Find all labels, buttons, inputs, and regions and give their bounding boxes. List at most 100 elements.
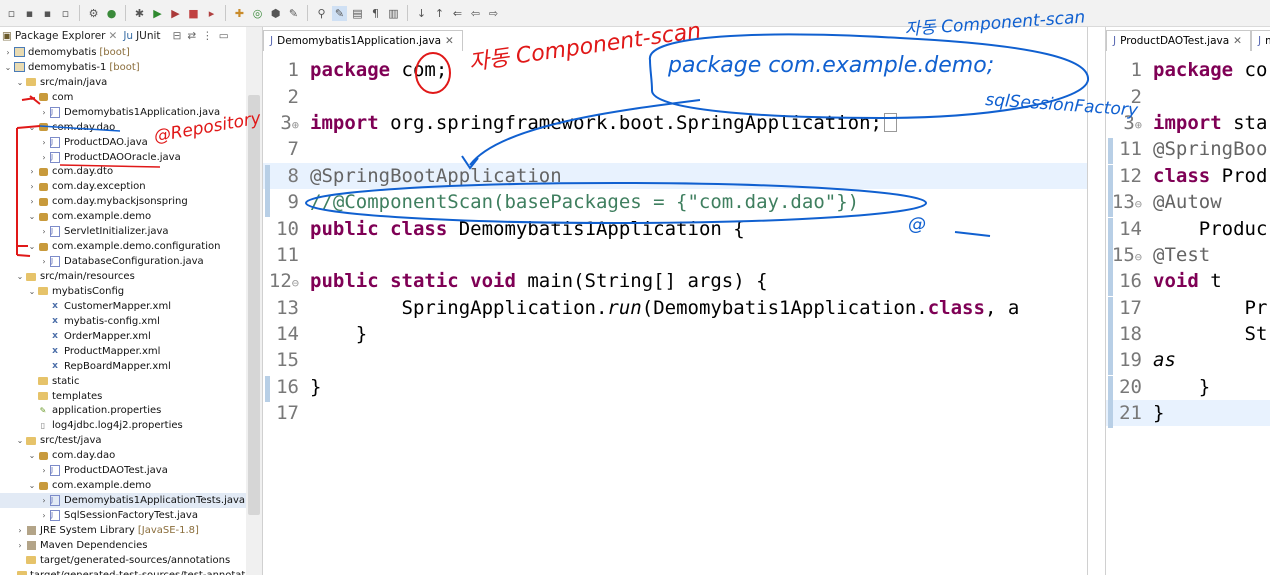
chevron-down-icon[interactable]: ⌄ (28, 242, 36, 251)
tree-item[interactable]: x ProductMapper.xml (0, 344, 246, 359)
code-area[interactable]: 1 package com; 2 3⊕ import org.springframe… (263, 57, 1087, 426)
stop-icon[interactable]: ■ (186, 6, 201, 21)
tree-item[interactable]: › J ServletInitializer.java (0, 224, 246, 239)
back-icon[interactable]: ⇦ (468, 6, 483, 21)
chevron-down-icon[interactable]: ⌄ (16, 272, 24, 281)
prev-annotation-icon[interactable]: ↑ (432, 6, 447, 21)
chevron-right-icon[interactable]: › (40, 511, 48, 520)
tree-item[interactable]: › J ProductDAO.java (0, 135, 246, 150)
tree-item[interactable]: › J ProductDAOTest.java (0, 463, 246, 478)
pin-icon[interactable]: ⚲ (314, 6, 329, 21)
external-tools-icon[interactable]: ▶ (168, 6, 183, 21)
close-icon[interactable]: ✕ (445, 35, 454, 47)
chevron-right-icon[interactable]: › (40, 227, 48, 236)
debug-icon[interactable]: ✱ (132, 6, 147, 21)
chevron-down-icon[interactable]: ⌄ (28, 451, 36, 460)
new-package-icon[interactable]: ◎ (250, 6, 265, 21)
tree-item[interactable]: › J DatabaseConfiguration.java (0, 254, 246, 269)
minimize-icon[interactable]: ▭ (219, 30, 229, 42)
open-type-icon[interactable]: ⬢ (268, 6, 283, 21)
tab-second[interactable]: J m (1250, 30, 1270, 51)
settings-icon[interactable]: ⚙ (86, 6, 101, 21)
chevron-down-icon[interactable]: ⌄ (4, 63, 12, 72)
chevron-down-icon[interactable]: ⌄ (28, 212, 36, 221)
highlight-icon[interactable]: ✎ (332, 5, 347, 21)
show-whitespace-icon[interactable]: ¶ (368, 6, 383, 21)
tree-item[interactable]: ⌄ com.day.dao (0, 448, 246, 463)
chevron-right-icon[interactable]: › (4, 48, 12, 57)
tab-demomybatis1application[interactable]: J Demomybatis1Application.java ✕ (263, 30, 463, 51)
code-area[interactable]: 1 package co 2 3⊕ import sta 11 @SpringBoo … (1106, 57, 1270, 429)
close-icon[interactable]: ✕ (1233, 35, 1242, 47)
tree-item[interactable]: ⌄ com.day.dao (0, 120, 246, 135)
chevron-right-icon[interactable]: › (28, 197, 36, 206)
spring-icon[interactable]: ● (104, 6, 119, 21)
chevron-down-icon[interactable]: ⌄ (28, 481, 36, 490)
tree-item[interactable]: › demomybatis [boot] (0, 45, 246, 60)
tree-item[interactable]: x mybatis-config.xml (0, 314, 246, 329)
last-edit-icon[interactable]: ⇐ (450, 6, 465, 21)
chevron-down-icon[interactable]: ⌄ (16, 436, 24, 445)
chevron-right-icon[interactable]: › (16, 526, 24, 535)
tab-junit[interactable]: Ju JUnit (123, 30, 160, 42)
chevron-down-icon[interactable]: ⌄ (16, 78, 24, 87)
chevron-right-icon[interactable]: › (40, 466, 48, 475)
chevron-down-icon[interactable]: ⌄ (28, 93, 36, 102)
tree-item[interactable]: target/generated-test-sources/test-annot… (0, 568, 246, 575)
forward-icon[interactable]: ⇨ (486, 6, 501, 21)
tree-item[interactable]: ⌄ com.example.demo (0, 209, 246, 224)
tree-item[interactable]: › com.day.mybackjsonspring (0, 194, 246, 209)
tree-item[interactable]: ▯ log4jdbc.log4j2.properties (0, 418, 246, 433)
close-icon[interactable]: ✕ (109, 30, 118, 42)
print-icon[interactable]: ▫ (58, 6, 73, 21)
chevron-right-icon[interactable]: › (40, 138, 48, 147)
tree-item[interactable]: ⌄ src/main/resources (0, 269, 246, 284)
tree-item[interactable]: ⌄ mybatisConfig (0, 284, 246, 299)
tree-item[interactable]: static (0, 374, 246, 389)
tree-item[interactable]: ⌄ demomybatis-1 [boot] (0, 60, 246, 75)
chevron-right-icon[interactable]: › (40, 108, 48, 117)
tree-item[interactable]: x OrderMapper.xml (0, 329, 246, 344)
tree-item[interactable]: ⌄ src/test/java (0, 433, 246, 448)
save-all-icon[interactable]: ▪ (40, 6, 55, 21)
tree-item[interactable]: ⌄ com.example.demo (0, 478, 246, 493)
save-icon[interactable]: ▪ (22, 6, 37, 21)
next-annotation-icon[interactable]: ↓ (414, 6, 429, 21)
tab-package-explorer[interactable]: ▣ Package Explorer ✕ (2, 30, 118, 42)
tree-item[interactable]: target/generated-sources/annotations (0, 553, 246, 568)
tab-productdaotest[interactable]: J ProductDAOTest.java ✕ (1106, 30, 1251, 51)
toggle-mark-icon[interactable]: ▤ (350, 6, 365, 21)
tree-item[interactable]: › Maven Dependencies (0, 538, 246, 553)
collapse-all-icon[interactable]: ⊟ (173, 30, 182, 42)
tree-item[interactable]: ⌄ com.example.demo.configuration (0, 239, 246, 254)
chevron-down-icon[interactable]: ⌄ (28, 123, 36, 132)
search-icon[interactable]: ✎ (286, 6, 301, 21)
chevron-right-icon[interactable]: › (40, 496, 48, 505)
chevron-right-icon[interactable]: › (40, 257, 48, 266)
tree-item[interactable]: templates (0, 389, 246, 404)
tree-item[interactable]: ✎ application.properties (0, 404, 246, 419)
block-select-icon[interactable]: ▥ (386, 6, 401, 21)
tree-item[interactable]: ⌄ src/main/java (0, 75, 246, 90)
chevron-right-icon[interactable]: › (28, 167, 36, 176)
tree-item[interactable]: › J Demomybatis1Application.java (0, 105, 246, 120)
tree-item[interactable]: › J ProductDAOOracle.java (0, 150, 246, 165)
terminate-icon[interactable]: ▸ (204, 6, 219, 21)
chevron-right-icon[interactable]: › (16, 541, 24, 550)
chevron-right-icon[interactable]: › (40, 153, 48, 162)
new-java-project-icon[interactable]: ✚ (232, 6, 247, 21)
new-file-icon[interactable]: ▫ (4, 6, 19, 21)
run-icon[interactable]: ▶ (150, 6, 165, 21)
tree-item[interactable]: x RepBoardMapper.xml (0, 359, 246, 374)
view-menu-icon[interactable]: ⋮ (202, 30, 213, 42)
tree-item[interactable]: › JRE System Library [JavaSE-1.8] (0, 523, 246, 538)
tree-item[interactable]: › com.day.exception (0, 179, 246, 194)
tree-item[interactable]: › J Demomybatis1ApplicationTests.java (0, 493, 246, 509)
tree-item[interactable]: x CustomerMapper.xml (0, 299, 246, 314)
explorer-scroll-thumb[interactable] (248, 95, 260, 515)
chevron-right-icon[interactable]: › (28, 182, 36, 191)
tree-item[interactable]: › com.day.dto (0, 165, 246, 180)
tree-item[interactable]: ⌄ com (0, 90, 246, 105)
link-editor-icon[interactable]: ⇄ (187, 30, 196, 42)
tree-item[interactable]: › J SqlSessionFactoryTest.java (0, 508, 246, 523)
